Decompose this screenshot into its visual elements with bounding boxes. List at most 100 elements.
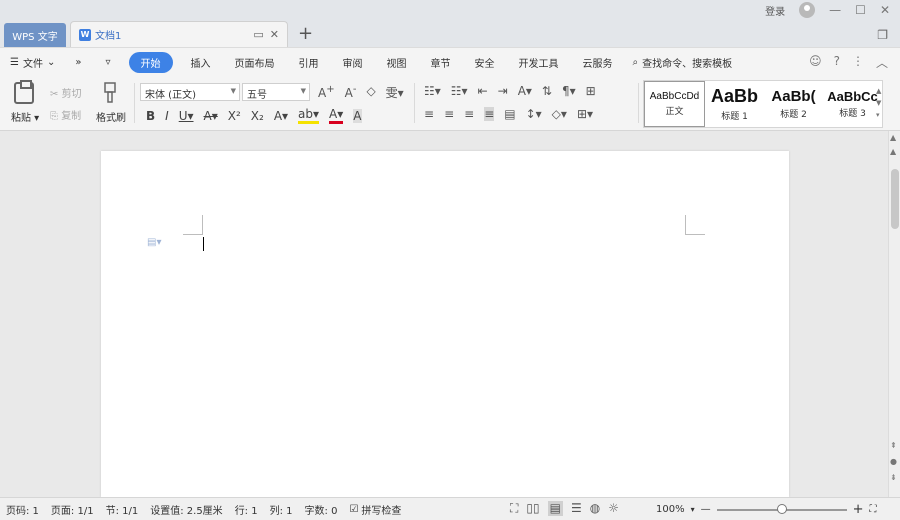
skin-icon[interactable]: ❐ [877, 28, 888, 42]
eye-protection-icon[interactable]: ☼ [608, 501, 619, 516]
superscript-icon[interactable]: X² [228, 109, 241, 123]
more-icon[interactable]: » [63, 57, 93, 68]
style-normal[interactable]: AaBbCcDd 正文 [644, 81, 705, 127]
bold-icon[interactable]: B [146, 109, 155, 123]
section-status[interactable]: 节: 1/1 [100, 502, 145, 517]
maximize-icon[interactable]: ☐ [855, 3, 866, 17]
page-number-status[interactable]: 页码: 1 [0, 502, 45, 517]
strikethrough-icon[interactable]: A▾ [204, 109, 218, 123]
grow-font-icon[interactable]: A+ [318, 84, 335, 101]
increase-indent-icon[interactable]: ⇥ [498, 84, 508, 98]
web-view-icon[interactable]: ◍ [590, 501, 600, 516]
document-page[interactable]: ▤▾ [101, 151, 789, 497]
collapse-ribbon-icon[interactable]: ︿ [876, 54, 888, 71]
command-search[interactable]: ⌕ 查找命令、搜索模板 [633, 55, 733, 70]
show-marks-icon[interactable]: ¶▾ [562, 84, 576, 98]
font-size-select[interactable]: 五号 ▼ [242, 83, 310, 101]
menu-tab-references[interactable]: 引用 [287, 55, 331, 70]
fit-window-icon[interactable]: ⛶ [870, 504, 877, 515]
style-heading-2[interactable]: AaBb( 标题 2 [764, 81, 823, 127]
borders-icon[interactable]: ⊞▾ [577, 107, 593, 121]
scroll-up-icon[interactable]: ▲ [890, 133, 896, 142]
align-center-icon[interactable]: ≡ [444, 107, 454, 121]
font-family-select[interactable]: 宋体 (正文) ▼ [140, 83, 240, 101]
help-icon[interactable]: ? [834, 54, 840, 71]
menu-tab-review[interactable]: 审阅 [331, 55, 375, 70]
styles-scroll-icon[interactable]: ▲ ▼ ▾ [876, 85, 881, 121]
word-count-status[interactable]: 字数: 0 [299, 502, 344, 517]
decrease-indent-icon[interactable]: ⇤ [478, 84, 488, 98]
style-heading-1[interactable]: AaBb 标题 1 [705, 81, 764, 127]
tab-close-icon[interactable]: ✕ [270, 28, 279, 41]
file-menu[interactable]: ☰ 文件 ⌄ [10, 55, 63, 70]
vertical-scrollbar[interactable]: ▲ ▲ ⇞ ● ⇟ [888, 131, 900, 497]
menu-tab-developer[interactable]: 开发工具 [507, 55, 571, 70]
font-color-icon[interactable]: A▾ [329, 107, 344, 124]
bullets-icon[interactable]: ☷▾ [424, 84, 441, 98]
highlight-icon[interactable]: ab▾ [298, 107, 320, 124]
menu-tab-home[interactable]: 开始 [128, 52, 173, 73]
paragraph-options-icon[interactable]: ▤▾ [147, 237, 161, 248]
zoom-out-icon[interactable]: — [701, 504, 711, 515]
menu-tab-insert[interactable]: 插入 [179, 55, 223, 70]
chinese-layout-icon[interactable]: A▾ [518, 84, 532, 98]
menu-tab-layout[interactable]: 页面布局 [223, 55, 287, 70]
numbering-icon[interactable]: ☷▾ [451, 84, 468, 98]
table-icon[interactable]: ⊞ [586, 84, 596, 98]
app-tab[interactable]: WPS 文字 [4, 23, 66, 47]
page-view-icon[interactable]: ▤ [547, 501, 563, 516]
close-icon[interactable]: ✕ [880, 3, 890, 17]
pages-status[interactable]: 页面: 1/1 [45, 502, 100, 517]
text-effect-icon[interactable]: A▾ [274, 109, 288, 123]
clear-format-icon[interactable]: ◇ [366, 84, 375, 101]
menu-tab-sections[interactable]: 章节 [419, 55, 463, 70]
tab-popout-icon[interactable]: ▭ [253, 28, 263, 41]
chevron-down-icon[interactable]: ▾ [691, 505, 695, 514]
outline-view-icon[interactable]: ☰ [571, 501, 582, 516]
justify-icon[interactable]: ≡ [484, 107, 495, 121]
login-link[interactable]: 登录 [765, 3, 785, 18]
menu-tab-view[interactable]: 视图 [375, 55, 419, 70]
row-status[interactable]: 行: 1 [229, 502, 264, 517]
fullscreen-icon[interactable]: ⛶ [510, 501, 518, 516]
distribute-icon[interactable]: ▤ [504, 107, 515, 121]
char-shading-icon[interactable]: A [353, 108, 362, 123]
spell-check-button[interactable]: ☑ 拼写检查 [343, 502, 407, 517]
minimize-icon[interactable]: — [829, 3, 841, 17]
zoom-slider[interactable] [716, 503, 847, 514]
paste-icon[interactable] [14, 80, 34, 104]
scrollbar-thumb[interactable] [891, 169, 899, 229]
menu-tab-security[interactable]: 安全 [463, 55, 507, 70]
shrink-font-icon[interactable]: A- [345, 84, 357, 101]
cut-button[interactable]: ✂ 剪切 [50, 85, 82, 100]
sort-icon[interactable]: ⇅ [542, 84, 552, 98]
format-painter-icon[interactable] [102, 82, 118, 104]
feedback-icon[interactable]: ☺ [809, 54, 822, 71]
menu-tab-cloud[interactable]: 云服务 [571, 55, 625, 70]
new-tab-icon[interactable]: + [298, 23, 313, 44]
phonetic-guide-icon[interactable]: 雯▾ [386, 84, 404, 101]
select-browse-icon[interactable]: ● [890, 457, 897, 466]
zoom-level[interactable]: 100% [656, 504, 685, 515]
italic-icon[interactable]: I [165, 109, 169, 123]
prev-page-icon[interactable]: ⇞ [890, 441, 897, 450]
document-tab[interactable]: W 文档1 ▭ ✕ [70, 21, 288, 47]
copy-button[interactable]: ⎘ 复制 [50, 107, 81, 122]
shading-icon[interactable]: ◇▾ [552, 107, 567, 121]
reading-view-icon[interactable]: ▯▯ [526, 501, 539, 516]
scroll-up-icon[interactable]: ▲ [890, 147, 896, 156]
quick-access-dropdown-icon[interactable]: ▿ [93, 57, 122, 68]
underline-icon[interactable]: U▾ [179, 109, 194, 123]
column-status[interactable]: 列: 1 [264, 502, 299, 517]
format-painter-button[interactable]: 格式刷 [96, 109, 126, 124]
align-left-icon[interactable]: ≡ [424, 107, 434, 121]
next-page-icon[interactable]: ⇟ [890, 473, 897, 482]
zoom-in-icon[interactable]: + [853, 502, 864, 517]
setting-value-status[interactable]: 设置值: 2.5厘米 [144, 502, 228, 517]
more-options-icon[interactable]: ⋮ [852, 54, 864, 71]
zoom-slider-knob[interactable] [776, 503, 787, 514]
subscript-icon[interactable]: X₂ [251, 109, 264, 123]
line-spacing-icon[interactable]: ↕▾ [526, 107, 542, 121]
align-right-icon[interactable]: ≡ [464, 107, 474, 121]
paste-button[interactable]: 粘贴 ▾ [11, 109, 39, 124]
